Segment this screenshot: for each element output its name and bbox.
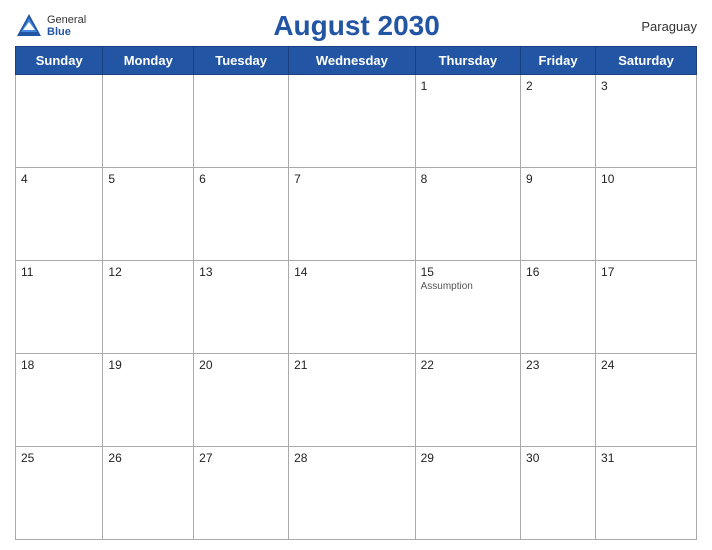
- weekday-header-wednesday: Wednesday: [289, 47, 416, 75]
- logo-icon: [15, 12, 43, 40]
- calendar-cell: [289, 75, 416, 168]
- day-number: 5: [108, 172, 188, 186]
- day-number: 31: [601, 451, 691, 465]
- day-number: 19: [108, 358, 188, 372]
- day-number: 11: [21, 265, 97, 279]
- day-number: 16: [526, 265, 590, 279]
- calendar-cell: 4: [16, 168, 103, 261]
- calendar-cell: 30: [521, 447, 596, 540]
- calendar-week-row: 18 19 20 21 22 23 24: [16, 354, 697, 447]
- calendar-header: General Blue August 2030 Paraguay: [15, 10, 697, 42]
- calendar-cell: 6: [194, 168, 289, 261]
- day-number: 17: [601, 265, 691, 279]
- logo: General Blue: [15, 12, 86, 40]
- weekday-header-monday: Monday: [103, 47, 194, 75]
- calendar-cell: 12: [103, 261, 194, 354]
- calendar-cell: 2: [521, 75, 596, 168]
- day-number: 10: [601, 172, 691, 186]
- calendar-cell: 8: [415, 168, 520, 261]
- calendar-cell: 11: [16, 261, 103, 354]
- weekday-header-thursday: Thursday: [415, 47, 520, 75]
- day-event: Assumption: [421, 281, 515, 292]
- day-number: 25: [21, 451, 97, 465]
- day-number: 27: [199, 451, 283, 465]
- day-number: 22: [421, 358, 515, 372]
- calendar-cell: [103, 75, 194, 168]
- calendar-cell: [16, 75, 103, 168]
- calendar-title: August 2030: [86, 10, 627, 42]
- day-number: 12: [108, 265, 188, 279]
- logo-blue-text: Blue: [47, 26, 86, 38]
- calendar-cell: 20: [194, 354, 289, 447]
- day-number: 21: [294, 358, 410, 372]
- day-number: 15: [421, 265, 515, 279]
- day-number: 1: [421, 79, 515, 93]
- day-number: 14: [294, 265, 410, 279]
- day-number: 28: [294, 451, 410, 465]
- calendar-cell: 9: [521, 168, 596, 261]
- calendar-cell: 25: [16, 447, 103, 540]
- calendar-week-row: 11 12 13 14 15 Assumption 16 17: [16, 261, 697, 354]
- day-number: 6: [199, 172, 283, 186]
- calendar-cell: 13: [194, 261, 289, 354]
- calendar-cell: 10: [596, 168, 697, 261]
- calendar-cell: 19: [103, 354, 194, 447]
- calendar-cell: 17: [596, 261, 697, 354]
- calendar-cell: 24: [596, 354, 697, 447]
- calendar-cell: 16: [521, 261, 596, 354]
- calendar-cell: 29: [415, 447, 520, 540]
- day-number: 9: [526, 172, 590, 186]
- calendar-cell: 21: [289, 354, 416, 447]
- calendar-cell: 28: [289, 447, 416, 540]
- calendar-cell: 7: [289, 168, 416, 261]
- calendar-cell: 14: [289, 261, 416, 354]
- calendar-cell: 1: [415, 75, 520, 168]
- calendar-cell: [194, 75, 289, 168]
- calendar-cell: 31: [596, 447, 697, 540]
- day-number: 29: [421, 451, 515, 465]
- country-label: Paraguay: [627, 19, 697, 34]
- weekday-header-row: SundayMondayTuesdayWednesdayThursdayFrid…: [16, 47, 697, 75]
- calendar-cell: 22: [415, 354, 520, 447]
- day-number: 2: [526, 79, 590, 93]
- weekday-header-tuesday: Tuesday: [194, 47, 289, 75]
- calendar-cell: 18: [16, 354, 103, 447]
- day-number: 23: [526, 358, 590, 372]
- calendar-cell: 23: [521, 354, 596, 447]
- day-number: 7: [294, 172, 410, 186]
- day-number: 8: [421, 172, 515, 186]
- calendar-week-row: 123: [16, 75, 697, 168]
- calendar-week-row: 456789 10: [16, 168, 697, 261]
- calendar-cell: 3: [596, 75, 697, 168]
- day-number: 13: [199, 265, 283, 279]
- weekday-header-sunday: Sunday: [16, 47, 103, 75]
- calendar-week-row: 25 26 27 28 29 30 31: [16, 447, 697, 540]
- day-number: 18: [21, 358, 97, 372]
- weekday-header-friday: Friday: [521, 47, 596, 75]
- day-number: 4: [21, 172, 97, 186]
- weekday-header-saturday: Saturday: [596, 47, 697, 75]
- day-number: 3: [601, 79, 691, 93]
- day-number: 30: [526, 451, 590, 465]
- calendar-cell: 26: [103, 447, 194, 540]
- day-number: 24: [601, 358, 691, 372]
- calendar-cell: 27: [194, 447, 289, 540]
- day-number: 20: [199, 358, 283, 372]
- calendar-cell: 5: [103, 168, 194, 261]
- day-number: 26: [108, 451, 188, 465]
- calendar-cell: 15 Assumption: [415, 261, 520, 354]
- logo-general-text: General: [47, 14, 86, 26]
- calendar-table: SundayMondayTuesdayWednesdayThursdayFrid…: [15, 46, 697, 540]
